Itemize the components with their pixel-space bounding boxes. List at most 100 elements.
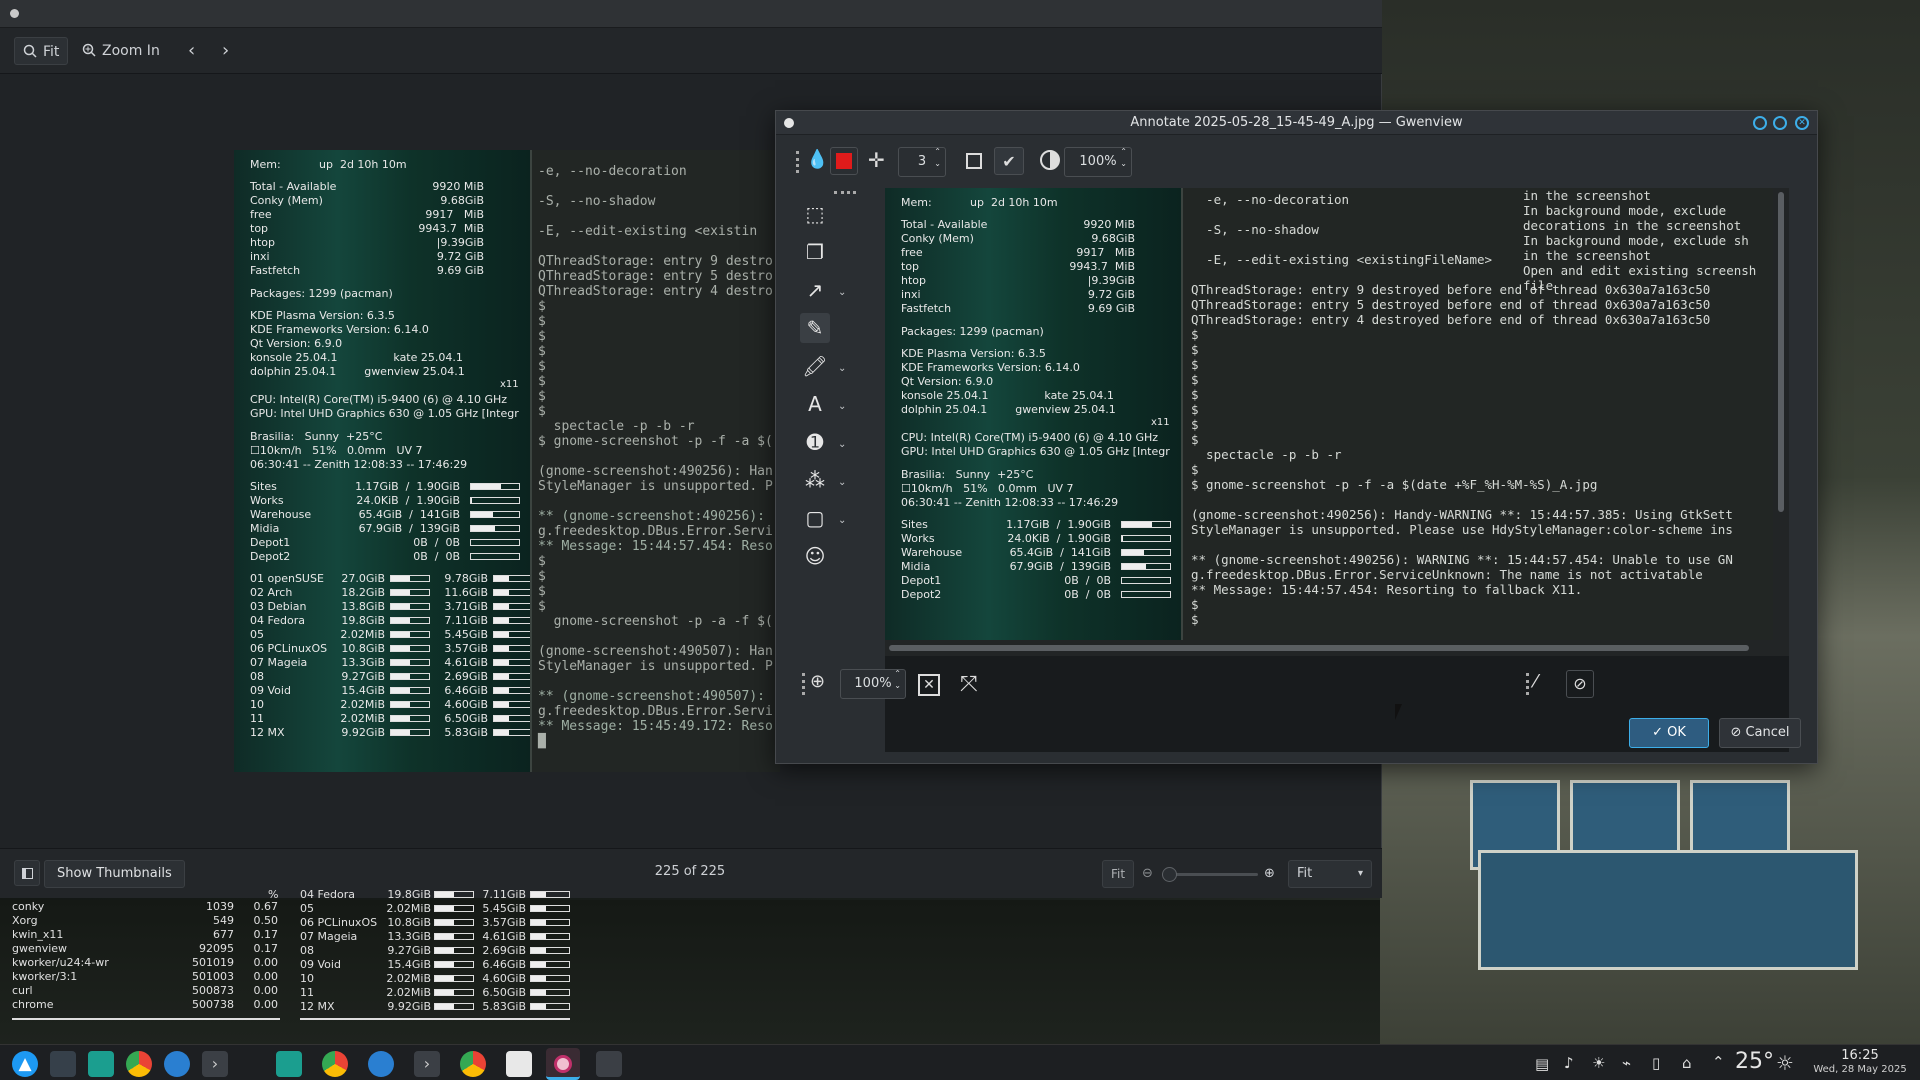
task-gwenview-icon[interactable] <box>546 1048 580 1080</box>
tray-expand-icon[interactable]: ⌃ <box>1712 1053 1725 1071</box>
drag-handle-icon[interactable] <box>1526 673 1529 695</box>
terminal-icon[interactable]: › <box>202 1051 228 1077</box>
close-icon[interactable]: ✕ <box>1795 116 1809 130</box>
distro-label: 11 <box>250 712 264 726</box>
vertical-scrollbar[interactable] <box>1773 188 1789 640</box>
distro-used: 2.02MiB <box>386 986 431 999</box>
clock-date[interactable]: Wed, 28 May 2025 <box>1805 1064 1915 1075</box>
task-terminal-icon[interactable]: › <box>414 1051 440 1077</box>
usb-icon[interactable]: ⌁ <box>1622 1054 1631 1072</box>
distro-used: 15.4GiB <box>341 684 385 698</box>
disk-label: Sites <box>901 518 928 531</box>
spin-arrows-icon[interactable]: ⌃ ⌄ <box>894 668 901 692</box>
drag-handle-icon[interactable] <box>796 151 799 173</box>
text-tool-icon[interactable]: A <box>800 389 830 419</box>
chevron-down-icon[interactable]: ⌄ <box>838 363 846 374</box>
fill-color-icon[interactable]: 💧 <box>806 149 828 170</box>
minimize-icon[interactable] <box>1753 116 1767 130</box>
cancel-button[interactable]: ⊘ Cancel <box>1719 718 1801 748</box>
fit-button[interactable]: Fit <box>14 37 69 65</box>
clipboard-icon[interactable]: ▤ <box>1535 1055 1549 1073</box>
scrollbar-thumb[interactable] <box>1778 192 1784 512</box>
chevron-down-icon[interactable]: ⌄ <box>838 477 846 488</box>
stroke-color-button[interactable] <box>830 147 858 175</box>
window-menu-icon[interactable] <box>784 118 794 128</box>
opacity-spinbox[interactable]: 100% ⌃ ⌄ <box>1064 147 1132 177</box>
previous-icon[interactable]: ‹ <box>180 37 203 65</box>
zoom-out-icon[interactable]: ⊖ <box>1142 866 1153 881</box>
emoji-tool-icon[interactable]: ☺ <box>800 541 830 571</box>
stroke-width-spinbox[interactable]: 3 ⌃ ⌄ <box>898 147 946 177</box>
distro-free: 5.45GiB <box>444 628 488 642</box>
zoom-in-small-icon[interactable]: ⊕ <box>1264 866 1275 881</box>
horizontal-scrollbar[interactable] <box>885 640 1789 656</box>
terminal-line: $ <box>538 314 546 329</box>
blur-tool-icon[interactable]: ⁂ <box>800 465 830 495</box>
window-menu-icon[interactable] <box>10 9 19 18</box>
drag-handle-icon[interactable] <box>834 191 856 194</box>
sidebar-toggle-button[interactable] <box>14 860 40 886</box>
canvas-zoom-spinbox[interactable]: 100% ⌃ ⌄ <box>840 669 906 699</box>
mem-row-value: 9.68GiB <box>1091 232 1135 246</box>
terminal-line: ** (gnome-screenshot:490507): <box>538 689 765 704</box>
zoom-actual-size-icon[interactable]: ⤧ <box>960 672 978 697</box>
zoom-in-button[interactable]: Zoom In <box>74 37 168 65</box>
task-chrome-2-icon[interactable] <box>460 1051 486 1077</box>
chevron-down-icon[interactable]: ⌄ <box>838 439 846 450</box>
task-book-icon[interactable] <box>506 1051 532 1077</box>
chevron-down-icon[interactable]: ⌄ <box>838 287 846 298</box>
bar-fill <box>391 646 410 652</box>
weather-temperature[interactable]: 25° <box>1735 1049 1774 1074</box>
battery-icon[interactable]: ▯ <box>1652 1054 1660 1072</box>
shadow-icon[interactable] <box>966 153 982 169</box>
zoom-select[interactable]: Fit ▾ <box>1288 860 1372 888</box>
disk-usage-bar <box>1121 549 1171 556</box>
browser-icon[interactable] <box>164 1051 190 1077</box>
annotation-canvas[interactable]: Mem: up 2d 10h 10m Total - Available 9920 M… <box>885 188 1789 752</box>
number-tool-icon[interactable]: ➊ <box>800 427 830 457</box>
bar-fill <box>391 702 410 708</box>
terminal-line: -E, --edit-existing <existingFileName> <box>1191 252 1493 267</box>
scrollbar-thumb[interactable] <box>889 645 1749 651</box>
distro-bar <box>493 631 533 639</box>
task-chrome-icon[interactable] <box>322 1051 348 1077</box>
ok-button[interactable]: ✓ OK <box>1629 718 1709 748</box>
terminal-line: $ <box>538 389 546 404</box>
task-browser-icon[interactable] <box>368 1051 394 1077</box>
show-thumbnails-button[interactable]: Show Thumbnails <box>44 860 185 888</box>
crop-tool-icon[interactable]: ❐ <box>800 237 830 267</box>
chevron-down-icon[interactable]: ⌄ <box>838 515 846 526</box>
chevron-down-icon[interactable]: ⌄ <box>838 401 846 412</box>
rectangle-tool-icon[interactable]: ▢ <box>800 503 830 533</box>
network-icon[interactable]: ⌂ <box>1682 1054 1692 1072</box>
drag-handle-icon[interactable] <box>802 673 805 695</box>
brightness-icon[interactable]: ☀ <box>1592 1054 1605 1072</box>
dialog-titlebar[interactable]: Annotate 2025-05-28_15-45-49_A.jpg — Gwe… <box>776 111 1817 135</box>
app-launcher-icon[interactable]: ▲ <box>12 1051 38 1077</box>
arrow-tool-icon[interactable]: ↗ <box>800 275 830 305</box>
select-tool-icon[interactable]: ⬚ <box>800 199 830 229</box>
magic-wand-icon[interactable]: ⁄ <box>1534 671 1537 692</box>
clear-annotations-icon[interactable]: ⊘ <box>1566 670 1594 698</box>
zoom-slider[interactable] <box>1162 867 1258 882</box>
chrome-icon[interactable] <box>126 1051 152 1077</box>
volume-icon[interactable]: ♪ <box>1564 1054 1574 1072</box>
distro-used: 10.8GiB <box>341 642 385 656</box>
pen-tool-icon[interactable]: ✎ <box>800 313 830 343</box>
spin-arrows-icon[interactable]: ⌃ ⌄ <box>934 146 941 170</box>
fit-zoom-button[interactable]: Fit <box>1102 860 1134 888</box>
task-konsole-icon[interactable] <box>596 1051 622 1077</box>
clock-time[interactable]: 16:25 <box>1810 1048 1910 1063</box>
task-file-manager-icon[interactable] <box>276 1051 302 1077</box>
zoom-slider-handle[interactable] <box>1162 867 1177 882</box>
spin-arrows-icon[interactable]: ⌃ ⌄ <box>1120 146 1127 170</box>
zoom-fit-icon[interactable]: ✕ <box>918 674 940 696</box>
task-manager-icon[interactable] <box>50 1051 76 1077</box>
next-icon[interactable]: › <box>214 37 237 65</box>
maximize-icon[interactable] <box>1773 116 1787 130</box>
file-manager-icon[interactable] <box>88 1051 114 1077</box>
checkmark-toggle-icon[interactable]: ✔ <box>994 147 1024 175</box>
highlighter-tool-icon[interactable]: 🖍 <box>800 351 830 381</box>
version-line: KDE Plasma Version: 6.3.5 <box>901 347 1046 361</box>
viewer-titlebar[interactable] <box>0 0 1382 28</box>
